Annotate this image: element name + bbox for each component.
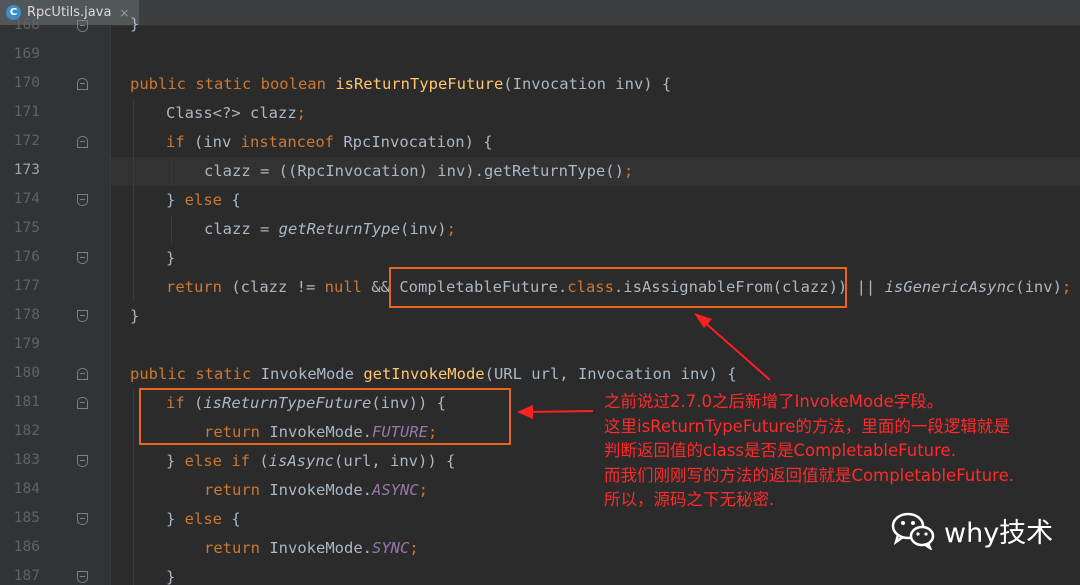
annotation-text: 之前说过2.7.0之后新增了InvokeMode字段。 这里isReturnTy… [604,390,1074,513]
arrow-to-future-branch [517,405,594,419]
annotation-line: 而我们刚刚写的方法的返回值就是CompletableFuture. [604,465,1014,485]
annotation-line: 这里isReturnTypeFuture的方法，里面的一段逻辑就是 [604,416,1010,436]
arrow-to-completablefuture [694,313,771,381]
watermark: why技术 [890,510,1053,550]
annotation-line: 所以，源码之下无秘密. [604,490,775,509]
wechat-icon [891,512,935,550]
watermark-text: why技术 [944,517,1054,549]
annotation-line: 之前说过2.7.0之后新增了InvokeMode字段。 [604,392,944,411]
ide-window: C RpcUtils.java × 168 169 170 171 172 17… [0,0,1080,585]
annotation-line: 判断返回值的class是否是CompletableFuture. [604,441,956,460]
